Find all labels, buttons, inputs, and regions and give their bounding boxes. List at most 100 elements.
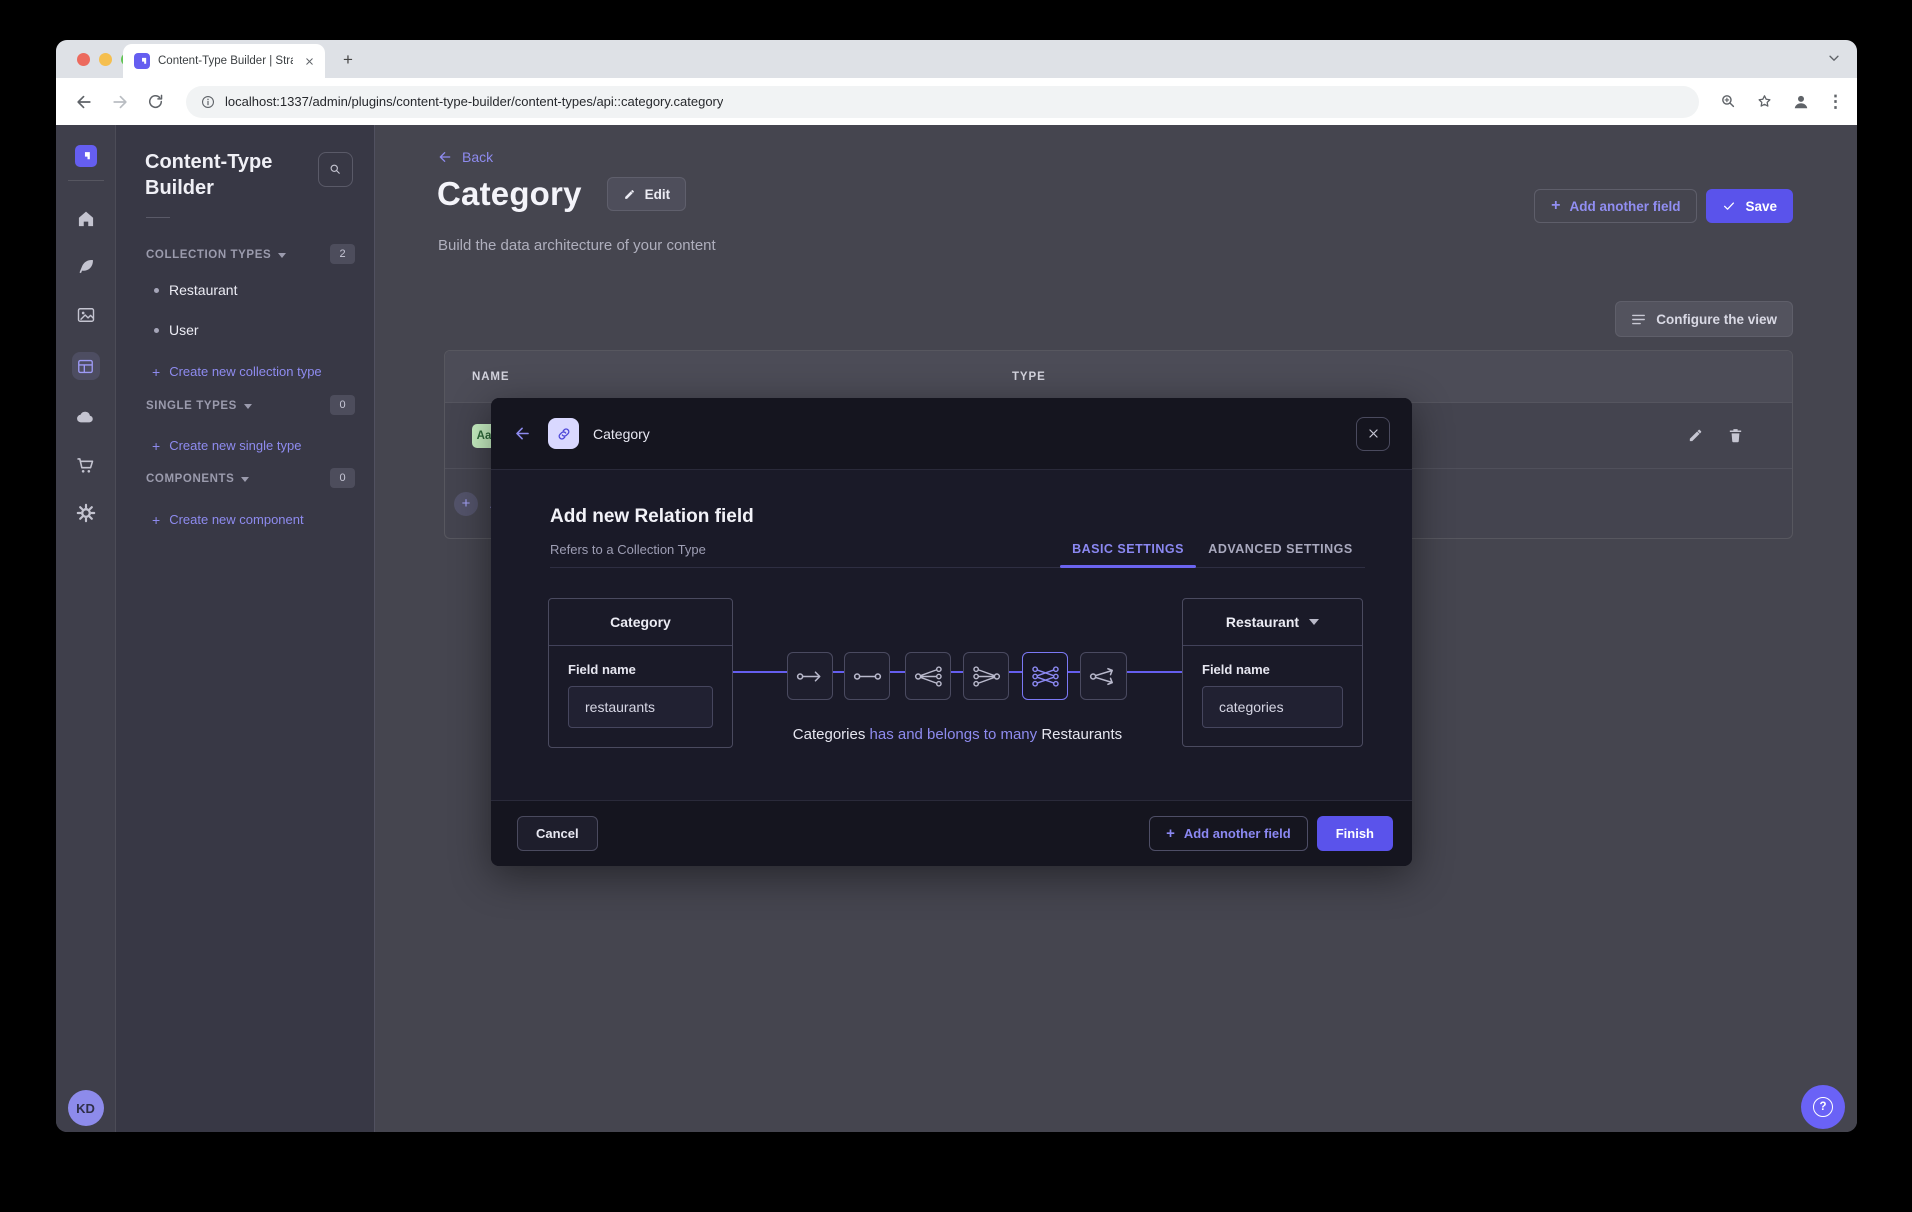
table-header: NAME TYPE [445,351,1792,403]
strapi-logo-icon[interactable] [75,145,97,167]
modal-add-another-field-button[interactable]: + Add another field [1149,816,1308,851]
plus-icon: + [454,492,478,516]
create-collection-type-link[interactable]: + Create new collection type [152,364,322,379]
modal-body: Add new Relation field Refers to a Colle… [491,470,1412,800]
cloud-icon[interactable] [75,406,97,428]
media-library-icon[interactable] [75,304,97,326]
relation-one-to-one[interactable] [844,652,890,700]
forward-icon[interactable] [110,92,130,112]
site-info-icon[interactable] [200,94,216,110]
create-component-link[interactable]: + Create new component [152,512,304,527]
zoom-icon[interactable] [1719,92,1739,112]
section-label: COMPONENTS [146,473,234,485]
create-single-type-link[interactable]: + Create new single type [152,438,301,453]
item-label: User [169,322,199,338]
user-avatar[interactable]: KD [68,1090,104,1126]
relation-many-to-many[interactable] [1022,652,1068,700]
content-manager-icon[interactable] [75,256,97,278]
relation-one-to-many[interactable] [905,652,951,700]
source-card-title: Category [549,599,732,646]
tab-advanced-settings[interactable]: ADVANCED SETTINGS [1196,530,1365,567]
browser-toolbar: localhost:1337/admin/plugins/content-typ… [56,78,1857,125]
modal-back-icon[interactable] [513,424,533,444]
marketplace-cart-icon[interactable] [75,454,97,476]
edit-button[interactable]: Edit [607,177,687,211]
button-label: Add another field [1184,826,1291,841]
button-label: Configure the view [1656,312,1777,327]
add-relation-modal: Category Add new Relation field Refers t… [491,398,1412,866]
relation-many-way[interactable] [1080,652,1127,700]
tab-close-icon[interactable] [301,53,317,69]
url-text[interactable]: localhost:1337/admin/plugins/content-typ… [225,94,723,109]
source-field-name-input[interactable] [568,686,713,728]
button-label: Cancel [536,826,579,841]
item-label: Restaurant [169,282,237,298]
minimize-window-button[interactable] [99,53,112,66]
target-field-name-input[interactable] [1202,686,1343,728]
collection-types-count-badge: 2 [330,244,355,264]
search-button[interactable] [318,152,353,187]
finish-button[interactable]: Finish [1317,816,1393,851]
back-icon[interactable] [74,92,94,112]
header-actions: + Add another field Save [1534,189,1793,223]
target-collection-select[interactable]: Restaurant [1183,599,1362,646]
content-type-builder-icon[interactable] [72,352,100,380]
components-count-badge: 0 [330,468,355,488]
browser-tab[interactable]: Content-Type Builder | Strapi [123,44,325,78]
sentence-object: Restaurants [1041,726,1122,743]
reload-icon[interactable] [146,92,166,112]
sentence-verb: has and belongs to many [870,726,1038,743]
save-button[interactable]: Save [1706,189,1793,223]
column-name: NAME [472,371,509,383]
plus-icon: + [1551,198,1560,214]
modal-close-button[interactable] [1356,417,1390,451]
help-button[interactable]: ? [1801,1085,1845,1129]
section-label: COLLECTION TYPES [146,249,271,261]
section-collection-types[interactable]: COLLECTION TYPES [146,249,286,261]
home-icon[interactable] [75,208,97,230]
close-window-button[interactable] [77,53,90,66]
modal-tabs: BASIC SETTINGS ADVANCED SETTINGS [1060,530,1365,567]
page-subtitle: Build the data architecture of your cont… [438,237,716,254]
sidebar-item-user[interactable]: User [154,322,199,338]
section-label: SINGLE TYPES [146,400,237,412]
page-header: Category Edit [437,175,686,213]
profile-icon[interactable] [1791,92,1811,112]
bullet-icon [154,328,159,333]
tab-search-chevron-icon[interactable] [1827,51,1841,65]
relation-one-way[interactable] [787,652,833,700]
address-bar[interactable]: localhost:1337/admin/plugins/content-typ… [186,86,1699,118]
modal-breadcrumb: Category [593,426,650,442]
cancel-button[interactable]: Cancel [517,816,598,851]
rail-icons [72,208,100,524]
tab-basic-settings[interactable]: BASIC SETTINGS [1060,530,1196,567]
sentence-subject: Categories [793,726,866,743]
settings-gear-icon[interactable] [75,502,97,524]
bookmark-star-icon[interactable] [1755,92,1775,112]
bullet-icon [154,288,159,293]
button-label: Add another field [1569,199,1680,214]
sidebar-item-restaurant[interactable]: Restaurant [154,282,237,298]
browser-tab-strip: Content-Type Builder | Strapi + [56,40,1857,78]
new-tab-button[interactable]: + [337,49,359,71]
toolbar-actions: ⋮ [1719,92,1839,112]
plus-icon: + [152,513,160,527]
plugin-sidebar: Content-Type Builder COLLECTION TYPES 2 … [116,125,375,1132]
button-label: Finish [1336,826,1374,841]
add-another-field-button[interactable]: + Add another field [1534,189,1697,223]
single-types-count-badge: 0 [330,395,355,415]
section-single-types[interactable]: SINGLE TYPES [146,400,252,412]
back-link[interactable]: Back [437,149,493,165]
configure-view-button[interactable]: Configure the view [1615,301,1793,337]
screen: Content-Type Builder | Strapi + [0,0,1912,1212]
edit-field-icon[interactable] [1687,427,1704,444]
column-type: TYPE [1012,371,1046,383]
browser-menu-icon[interactable]: ⋮ [1827,92,1839,112]
field-name-label: Field name [1202,662,1362,677]
relation-many-to-one[interactable] [963,652,1009,700]
chevron-down-icon [278,253,286,258]
question-mark-icon: ? [1813,1097,1833,1117]
tab-title: Content-Type Builder | Strapi [158,55,293,67]
section-components[interactable]: COMPONENTS [146,473,249,485]
delete-field-icon[interactable] [1727,427,1744,444]
